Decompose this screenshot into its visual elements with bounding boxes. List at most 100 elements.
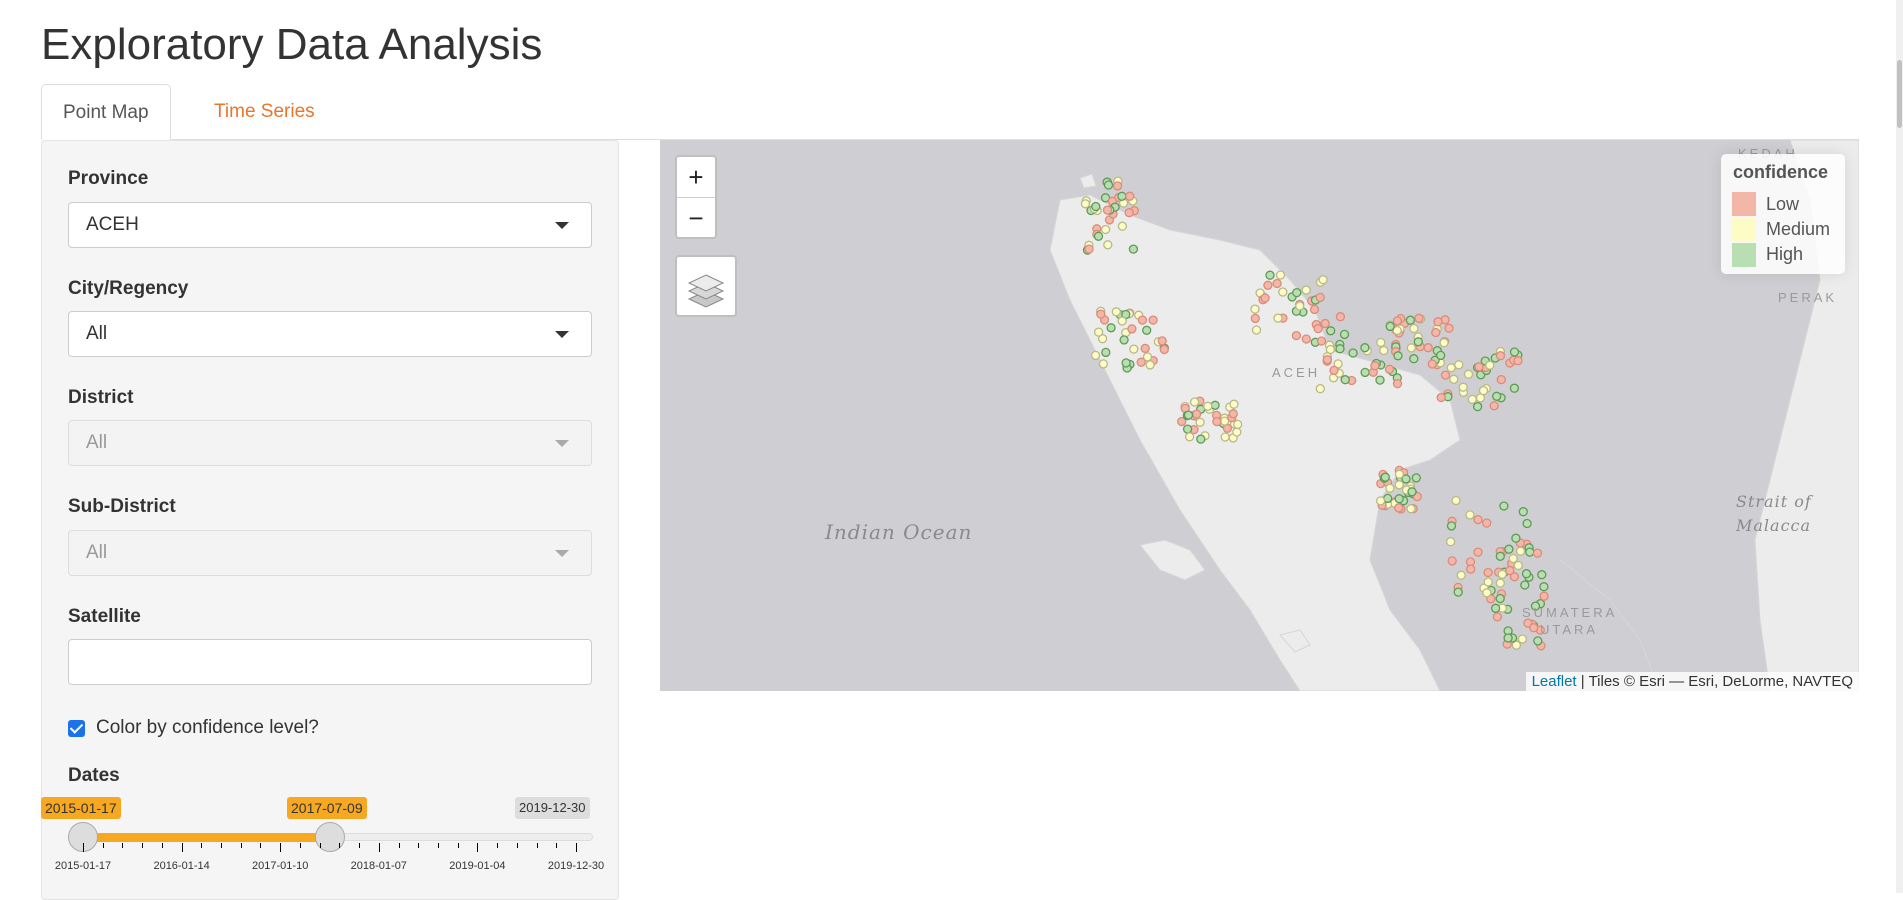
hotspot-point[interactable] [1495, 593, 1505, 604]
hotspot-point[interactable] [1127, 324, 1137, 334]
hotspot-point[interactable] [1539, 591, 1549, 601]
hotspot-point[interactable] [1472, 401, 1483, 412]
hotspot-point[interactable] [1375, 375, 1385, 385]
hotspot-point[interactable] [1458, 382, 1468, 392]
hotspot-point[interactable] [1509, 383, 1520, 393]
hotspot-point[interactable] [1492, 391, 1502, 401]
hotspot-point[interactable] [1445, 537, 1456, 547]
hotspot-point[interactable] [1447, 556, 1457, 566]
scrollbar[interactable] [1896, 0, 1903, 893]
hotspot-point[interactable] [1439, 338, 1449, 348]
hotspot-point[interactable] [1385, 483, 1395, 493]
hotspot-point[interactable] [1128, 244, 1139, 254]
hotspot-point[interactable] [1335, 344, 1345, 354]
hotspot-point[interactable] [1124, 208, 1134, 218]
hotspot-point[interactable] [1490, 603, 1501, 613]
hotspot-point[interactable] [1322, 355, 1333, 365]
hotspot-point[interactable] [1456, 570, 1466, 580]
hotspot-point[interactable] [1263, 280, 1273, 290]
hotspot-point[interactable] [1474, 362, 1484, 372]
hotspot-point[interactable] [1084, 244, 1094, 254]
hotspot-point[interactable] [1125, 191, 1135, 201]
layers-button[interactable] [675, 255, 737, 317]
hotspot-point[interactable] [1159, 344, 1169, 355]
hotspot-point[interactable] [1233, 419, 1243, 430]
hotspot-point[interactable] [1329, 365, 1339, 376]
hotspot-point[interactable] [1409, 323, 1419, 334]
hotspot-point[interactable] [1121, 358, 1131, 368]
hotspot-point[interactable] [1406, 343, 1416, 353]
hotspot-point[interactable] [1203, 401, 1213, 411]
hotspot-point[interactable] [1436, 350, 1446, 361]
hotspot-point[interactable] [1436, 392, 1446, 403]
hotspot-point[interactable] [1093, 327, 1104, 337]
hotspot-point[interactable] [1444, 323, 1454, 333]
hotspot-point[interactable] [1533, 636, 1543, 646]
hotspot-point[interactable] [1449, 374, 1459, 384]
hotspot-point[interactable] [1220, 432, 1230, 442]
province-select[interactable]: ACEH [68, 202, 592, 248]
hotspot-point[interactable] [1392, 378, 1403, 389]
hotspot-point[interactable] [1405, 315, 1416, 325]
hotspot-point[interactable] [1384, 364, 1395, 374]
hotspot-point[interactable] [1537, 570, 1547, 580]
hotspot-point[interactable] [1191, 409, 1202, 419]
hotspot-point[interactable] [1313, 323, 1323, 334]
hotspot-point[interactable] [1517, 634, 1528, 644]
hotspot-point[interactable] [1513, 356, 1523, 366]
hotspot-point[interactable] [1250, 304, 1260, 314]
hotspot-point[interactable] [1375, 496, 1386, 506]
hotspot-point[interactable] [1376, 337, 1386, 348]
hotspot-point[interactable] [1228, 409, 1238, 419]
hotspot-point[interactable] [1137, 315, 1148, 325]
zoom-out-button[interactable]: − [677, 198, 715, 238]
hotspot-point[interactable] [1453, 587, 1463, 597]
hotspot-point[interactable] [1503, 633, 1513, 643]
hotspot-point[interactable] [1275, 270, 1286, 280]
hotspot-point[interactable] [1482, 588, 1492, 598]
hotspot-point[interactable] [1142, 352, 1153, 362]
leaflet-link[interactable]: Leaflet [1532, 673, 1577, 690]
hotspot-point[interactable] [1250, 313, 1260, 324]
hotspot-point[interactable] [1489, 401, 1499, 411]
hotspot-point[interactable] [1101, 347, 1111, 358]
hotspot-point[interactable] [1522, 518, 1532, 529]
hotspot-point[interactable] [1411, 473, 1421, 483]
hotspot-point[interactable] [1463, 369, 1474, 379]
hotspot-point[interactable] [1473, 514, 1483, 525]
hotspot-point[interactable] [1102, 205, 1113, 215]
hotspot-point[interactable] [1148, 315, 1158, 325]
hotspot-point[interactable] [1111, 307, 1121, 317]
hotspot-point[interactable] [1520, 580, 1530, 590]
hotspot-point[interactable] [1473, 547, 1483, 557]
hotspot-point[interactable] [1182, 424, 1193, 434]
hotspot-point[interactable] [1483, 577, 1493, 587]
satellite-input[interactable] [68, 639, 592, 685]
hotspot-point[interactable] [1499, 501, 1509, 511]
hotspot-point[interactable] [1295, 301, 1305, 311]
color-confidence-checkbox[interactable] [68, 720, 85, 737]
hotspot-point[interactable] [1103, 240, 1113, 250]
hotspot-point[interactable] [1515, 546, 1526, 556]
hotspot-point[interactable] [1273, 313, 1283, 323]
hotspot-point[interactable] [1098, 359, 1109, 369]
hotspot-point[interactable] [1413, 337, 1423, 347]
hotspot-point[interactable] [1106, 323, 1116, 333]
hotspot-point[interactable] [1539, 582, 1549, 592]
hotspot-point[interactable] [1339, 329, 1350, 340]
hotspot-point[interactable] [1521, 569, 1532, 579]
hotspot-point[interactable] [1492, 612, 1503, 622]
zoom-in-button[interactable]: + [677, 157, 715, 198]
hotspot-point[interactable] [1495, 551, 1505, 561]
hotspot-point[interactable] [1505, 565, 1515, 576]
hotspot-point[interactable] [1196, 434, 1206, 444]
hotspot-point[interactable] [1189, 397, 1200, 407]
hotspot-point[interactable] [1394, 469, 1405, 479]
hotspot-point[interactable] [1478, 385, 1489, 396]
hotspot-point[interactable] [1340, 375, 1350, 385]
hotspot-point[interactable] [1409, 354, 1419, 364]
hotspot-point[interactable] [1100, 224, 1111, 235]
tab-point-map[interactable]: Point Map [41, 84, 171, 140]
hotspot-point[interactable] [1315, 292, 1325, 303]
hotspot-point[interactable] [1096, 309, 1106, 319]
